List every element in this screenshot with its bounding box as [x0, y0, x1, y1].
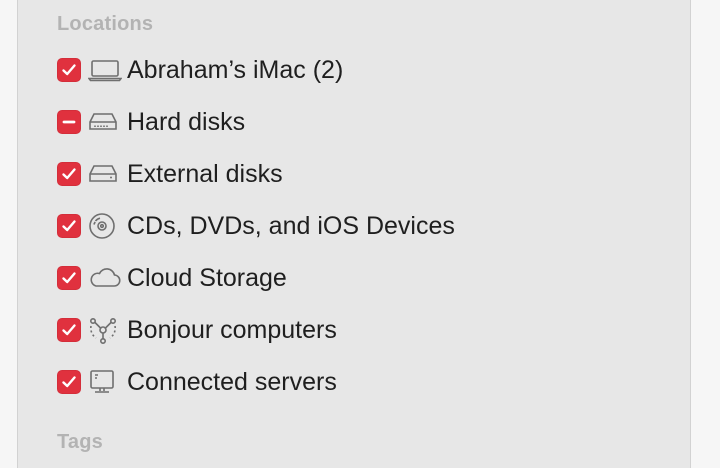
section-title-locations: Locations: [57, 13, 154, 35]
checkbox-cloud-storage[interactable]: [57, 266, 81, 290]
location-item-imac[interactable]: Abraham’s iMac (2): [57, 50, 343, 90]
checkbox-imac[interactable]: [57, 58, 81, 82]
server-icon: [88, 366, 124, 398]
location-label: Connected servers: [127, 367, 337, 396]
location-item-hard-disks[interactable]: Hard disks: [57, 102, 245, 142]
location-item-bonjour[interactable]: Bonjour computers: [57, 310, 337, 350]
location-item-external-disks[interactable]: External disks: [57, 154, 283, 194]
bonjour-icon: [88, 314, 124, 346]
checkbox-external-disks[interactable]: [57, 162, 81, 186]
location-label: External disks: [127, 159, 283, 188]
cloud-icon: [88, 262, 124, 294]
location-label: Bonjour computers: [127, 315, 337, 344]
checkbox-connected-servers[interactable]: [57, 370, 81, 394]
location-item-cloud-storage[interactable]: Cloud Storage: [57, 258, 287, 298]
location-label: Hard disks: [127, 107, 246, 136]
disc-icon: [88, 210, 124, 242]
location-item-connected-servers[interactable]: Connected servers: [57, 362, 337, 402]
section-title-tags: Tags: [57, 431, 103, 453]
checkbox-hard-disks[interactable]: [57, 110, 81, 134]
laptop-icon: [88, 54, 124, 86]
checkbox-bonjour[interactable]: [57, 318, 81, 342]
hard-disk-icon: [88, 106, 124, 138]
location-label: Abraham’s iMac (2): [127, 55, 344, 84]
location-item-cds-dvds-ios[interactable]: CDs, DVDs, and iOS Devices: [57, 206, 455, 246]
location-label: CDs, DVDs, and iOS Devices: [127, 211, 455, 240]
checkbox-cds-dvds-ios[interactable]: [57, 214, 81, 238]
external-disk-icon: [88, 158, 124, 190]
location-label: Cloud Storage: [127, 263, 287, 292]
